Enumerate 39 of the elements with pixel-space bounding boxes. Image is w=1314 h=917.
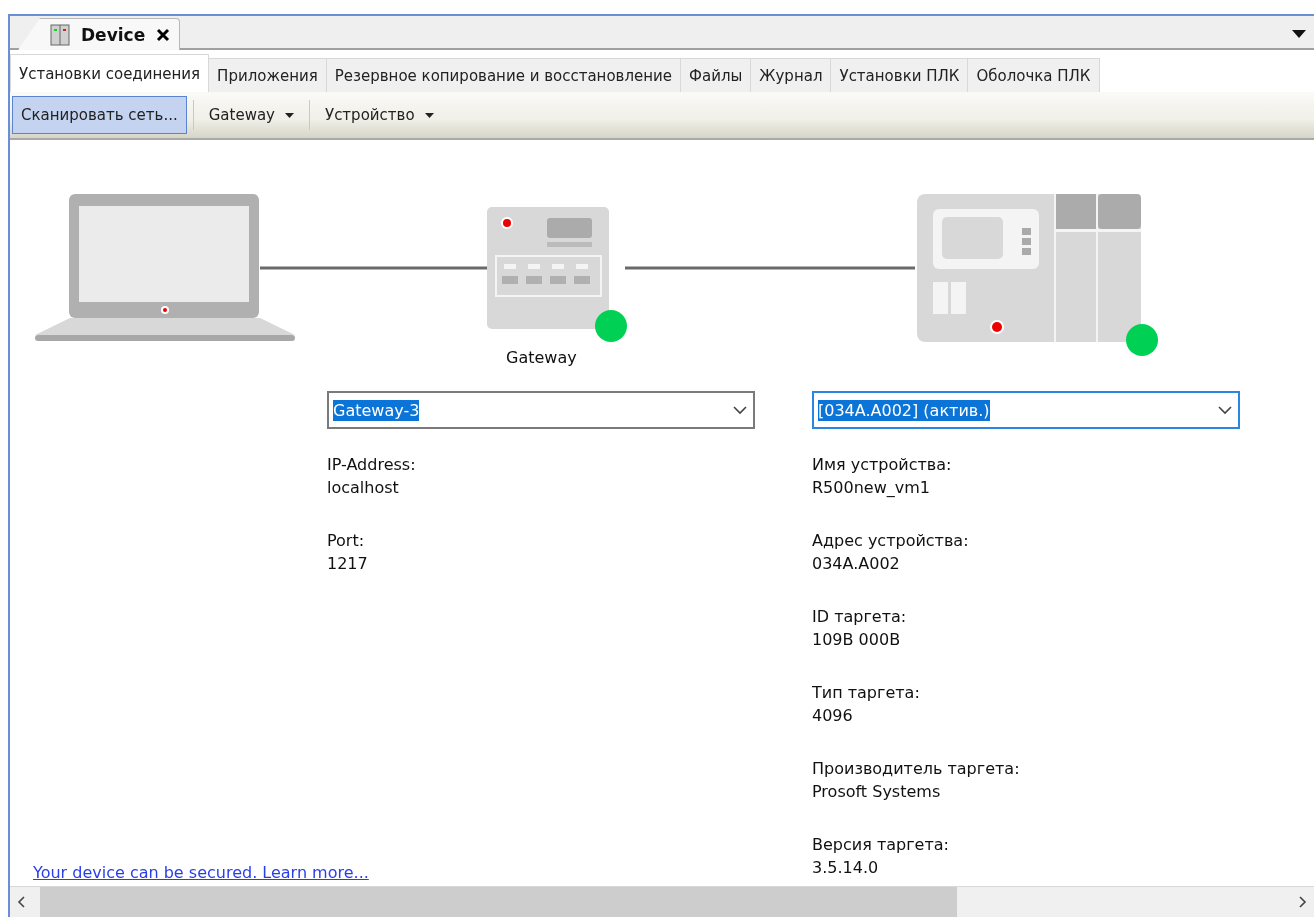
- caret-icon: [424, 112, 434, 118]
- field-label: IP-Address:: [327, 454, 417, 476]
- field-label: Имя устройства:: [812, 454, 953, 476]
- device-icon: [49, 22, 71, 47]
- dropdown-arrow-icon[interactable]: [1292, 30, 1306, 38]
- caret-icon: [285, 112, 294, 118]
- chevron-down-icon[interactable]: [1218, 403, 1232, 417]
- dropdown-button[interactable]: Gateway: [199, 96, 303, 134]
- field-label: Производитель таргета:: [812, 758, 1021, 780]
- gateway-select[interactable]: Gateway-3: [327, 391, 755, 429]
- field-value: R500new_vm1: [812, 477, 931, 499]
- field-label: ID таргета:: [812, 606, 908, 628]
- learn-more-link[interactable]: Your device can be secured. Learn more...: [33, 863, 369, 882]
- dropdown-button[interactable]: Устройство: [316, 96, 443, 134]
- gateway-label: Gateway: [506, 348, 577, 367]
- tab[interactable]: Журнал: [750, 58, 832, 92]
- scan-button[interactable]: Сканировать сеть...: [12, 96, 187, 134]
- tab[interactable]: Оболочка ПЛК: [967, 58, 1100, 92]
- chevron-down-icon[interactable]: [733, 403, 747, 417]
- scrollbar-thumb[interactable]: [40, 887, 957, 917]
- tab[interactable]: Резервное копирование и восстановление: [325, 58, 682, 92]
- field-value: Prosoft Systems: [812, 781, 942, 803]
- tab[interactable]: Приложения: [208, 58, 327, 92]
- tab[interactable]: Установки соединения: [10, 54, 210, 92]
- field-value: 034A.A002: [812, 553, 901, 575]
- field-value: localhost: [327, 477, 400, 499]
- field-label: Версия таргета:: [812, 834, 950, 856]
- device-select[interactable]: [034A.A002] (актив.): [812, 391, 1240, 429]
- field-value: 109B 000B: [812, 629, 902, 651]
- close-icon[interactable]: [155, 26, 172, 43]
- field-value: 1217: [327, 553, 369, 575]
- tab[interactable]: Установки ПЛК: [830, 58, 969, 92]
- field-label: Port:: [327, 530, 366, 552]
- tab[interactable]: Файлы: [680, 58, 752, 92]
- field-label: Адрес устройства:: [812, 530, 970, 552]
- field-value: 4096: [812, 705, 854, 727]
- field-value: 3.5.14.0: [812, 857, 880, 879]
- document-tab[interactable]: Device: [18, 18, 181, 50]
- field-label: Тип таргета:: [812, 682, 921, 704]
